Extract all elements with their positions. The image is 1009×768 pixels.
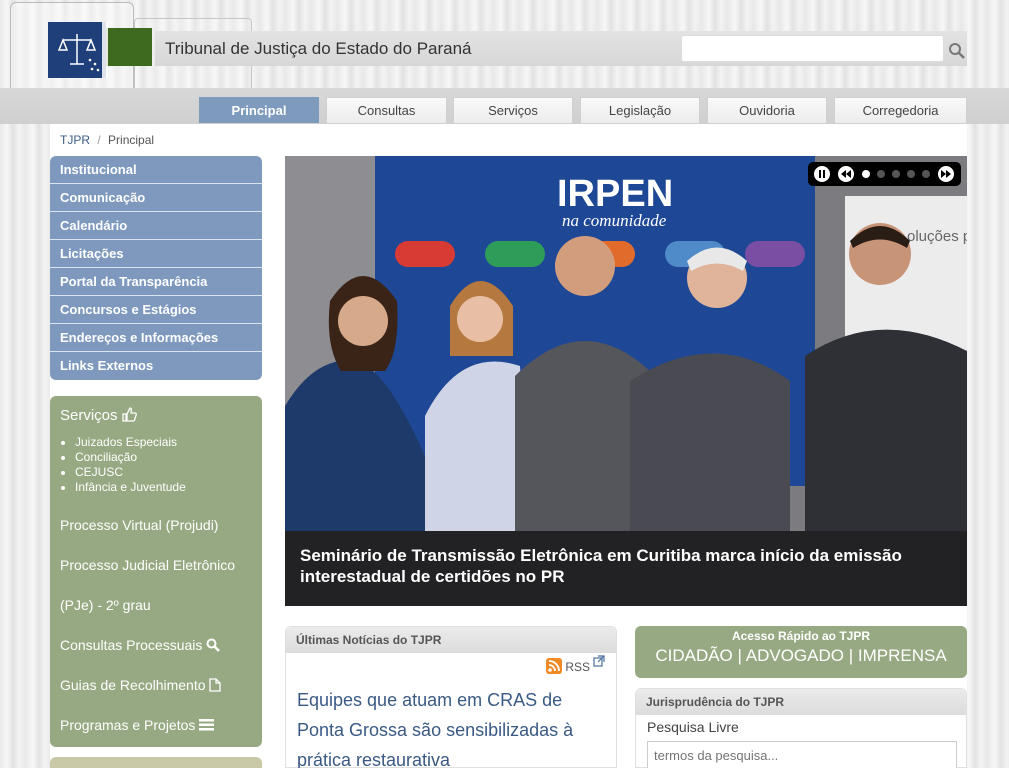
slider-caption[interactable]: Seminário de Transmissão Eletrônica em C… xyxy=(285,531,967,606)
search-icon xyxy=(206,638,221,652)
pje-label: Processo Judicial Eletrônico xyxy=(60,557,236,573)
side-banner-text: oluções para as xyxy=(907,228,967,245)
projudi-link[interactable]: Processo Virtual (Projudi) xyxy=(60,517,218,533)
services-subitem[interactable]: Juizados Especiais xyxy=(75,435,186,450)
tab-corregedoria[interactable]: Corregedoria xyxy=(834,97,967,123)
list-icon xyxy=(199,719,215,731)
consultas-processuais-link[interactable]: Consultas Processuais xyxy=(60,637,221,653)
rss-link[interactable]: RSS xyxy=(546,655,605,674)
services-subitem[interactable]: Infância e Juventude xyxy=(75,480,186,495)
rewind-icon[interactable] xyxy=(838,166,854,182)
quick-access-panel: Acesso Rápido ao TJPR CIDADÃO | ADVOGADO… xyxy=(635,626,967,678)
quick-link-separator: | xyxy=(843,646,858,665)
banner-subtitle: na comunidade xyxy=(562,211,667,230)
services-title[interactable]: Serviços xyxy=(60,407,137,424)
slide-dot[interactable] xyxy=(922,170,930,178)
breadcrumb-separator: / xyxy=(97,133,101,147)
sidebar-item-calendario[interactable]: Calendário xyxy=(50,212,262,240)
consultas-processuais-label: Consultas Processuais xyxy=(60,637,203,653)
programas-projetos-label: Programas e Projetos xyxy=(60,717,196,733)
external-link-icon[interactable] xyxy=(593,655,605,667)
search-input[interactable] xyxy=(681,35,944,62)
tab-ouvidoria[interactable]: Ouvidoria xyxy=(707,97,827,123)
breadcrumb-current: Principal xyxy=(108,133,155,147)
services-sublist: Juizados Especiais Conciliação CEJUSC In… xyxy=(75,435,186,495)
slide-dot[interactable] xyxy=(877,170,885,178)
sidebar-item-links-externos[interactable]: Links Externos xyxy=(50,352,262,380)
rss-label: RSS xyxy=(565,660,591,674)
sidebar-item-licitacoes[interactable]: Licitações xyxy=(50,240,262,268)
jurisprudence-label: Pesquisa Livre xyxy=(647,719,739,735)
tab-legislacao[interactable]: Legislação xyxy=(580,97,700,123)
services-subitem[interactable]: Conciliação xyxy=(75,450,186,465)
tjpr-logo[interactable] xyxy=(48,20,152,78)
news-headline-link[interactable]: Equipes que atuam em CRAS de Ponta Gross… xyxy=(297,685,597,768)
jurisprudence-search-input[interactable] xyxy=(647,741,957,768)
news-panel: Últimas Notícias do TJPR RSS Equipes que… xyxy=(285,626,617,768)
quick-access-title: Acesso Rápido ao TJPR xyxy=(731,629,871,643)
sidebar-item-transparencia[interactable]: Portal da Transparência xyxy=(50,268,262,296)
projudi-label: Processo Virtual (Projudi) xyxy=(60,517,219,533)
slider-caption-text[interactable]: Seminário de Transmissão Eletrônica em C… xyxy=(300,545,950,587)
document-icon xyxy=(209,678,222,692)
thumbs-up-icon xyxy=(122,407,137,422)
jurisprudence-panel: Jurisprudência do TJPR Pesquisa Livre xyxy=(635,688,967,768)
tab-principal[interactable]: Principal xyxy=(199,97,319,123)
slide-dot[interactable] xyxy=(862,170,870,178)
pause-icon[interactable] xyxy=(814,166,830,182)
quick-link-advogado[interactable]: ADVOGADO xyxy=(746,646,844,665)
tab-consultas[interactable]: Consultas xyxy=(326,97,447,123)
pje-2-grau-label: (PJe) - 2º grau xyxy=(60,597,151,613)
services-subitem[interactable]: CEJUSC xyxy=(75,465,186,480)
slide-dot[interactable] xyxy=(907,170,915,178)
sidebar-item-concursos[interactable]: Concursos e Estágios xyxy=(50,296,262,324)
pje-2-grau-link[interactable]: (PJe) - 2º grau xyxy=(60,597,151,613)
breadcrumb-root-link[interactable]: TJPR xyxy=(60,133,90,147)
news-header: Últimas Notícias do TJPR xyxy=(286,627,616,653)
site-header: Tribunal de Justiça do Estado do Paraná … xyxy=(0,0,1009,124)
banner-title: IRPEN xyxy=(557,173,673,215)
next-panel-edge xyxy=(50,757,262,768)
jurisprudence-header: Jurisprudência do TJPR xyxy=(636,689,966,715)
rss-icon xyxy=(546,658,562,674)
quick-link-separator: | xyxy=(732,646,746,665)
quick-access-links: CIDADÃO | ADVOGADO | IMPRENSA xyxy=(635,646,967,666)
pje-link[interactable]: Processo Judicial Eletrônico xyxy=(60,557,235,573)
programas-projetos-link[interactable]: Programas e Projetos xyxy=(60,717,215,733)
tab-servicos[interactable]: Serviços xyxy=(453,97,573,123)
slider-controls xyxy=(808,162,961,186)
search-icon[interactable] xyxy=(948,42,966,60)
site-title: Tribunal de Justiça do Estado do Paraná xyxy=(165,39,472,58)
guias-recolhimento-label: Guias de Recolhimento xyxy=(60,677,206,693)
quick-link-cidadao[interactable]: CIDADÃO xyxy=(655,646,732,665)
news-slider[interactable]: IRPEN na comunidade oluções para as xyxy=(285,156,967,606)
services-title-label: Serviços xyxy=(60,407,118,424)
breadcrumb: TJPR / Principal xyxy=(60,133,154,147)
quick-link-imprensa[interactable]: IMPRENSA xyxy=(858,646,947,665)
sidebar-menu: Institucional Comunicação Calendário Lic… xyxy=(50,156,262,380)
guias-recolhimento-link[interactable]: Guias de Recolhimento xyxy=(60,677,222,693)
slide-dot[interactable] xyxy=(892,170,900,178)
sidebar-item-enderecos[interactable]: Endereços e Informações xyxy=(50,324,262,352)
fast-forward-icon[interactable] xyxy=(938,166,954,182)
services-panel: Serviços Juizados Especiais Conciliação … xyxy=(50,396,262,747)
sidebar-item-institucional[interactable]: Institucional xyxy=(50,156,262,184)
sidebar-item-comunicacao[interactable]: Comunicação xyxy=(50,184,262,212)
